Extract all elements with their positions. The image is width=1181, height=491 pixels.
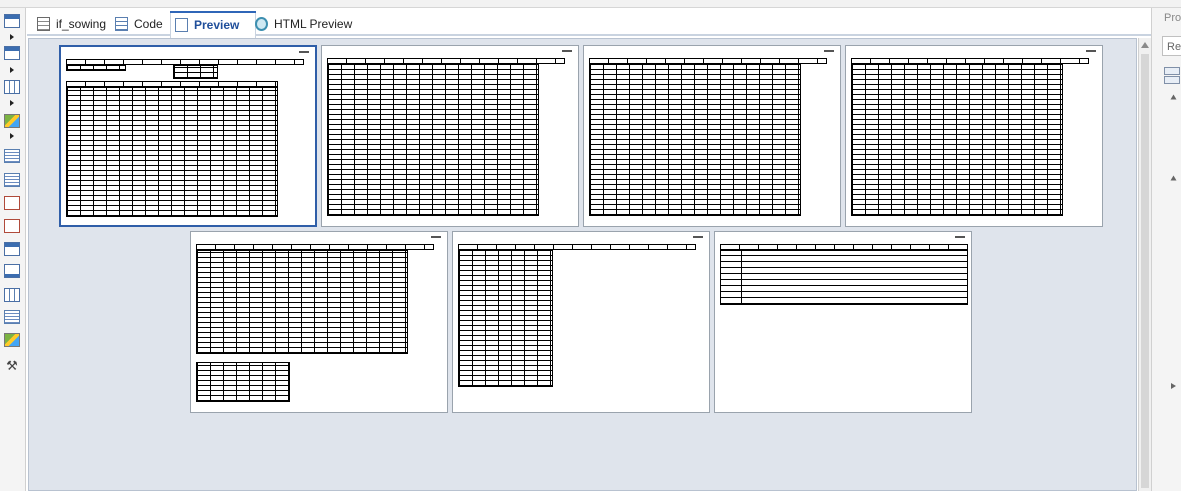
top-strip	[0, 0, 1181, 8]
tab-html-preview[interactable]: HTML Preview	[255, 13, 352, 35]
group-icon[interactable]	[4, 80, 20, 94]
preview-icon	[175, 18, 188, 32]
page-thumbnail-3[interactable]	[583, 45, 841, 227]
tools-icon[interactable]: ⚒	[4, 359, 20, 373]
alphabetical-view-icon[interactable]	[1164, 76, 1180, 84]
header-band-icon[interactable]	[4, 14, 20, 28]
tab-label: Code	[134, 17, 163, 31]
scroll-up-icon[interactable]	[1141, 42, 1149, 48]
properties-search-input[interactable]: Re	[1162, 36, 1181, 56]
component-palette: ⚒	[0, 8, 26, 491]
page-number	[824, 50, 834, 52]
expand-arrow-icon[interactable]	[10, 67, 14, 73]
categorized-view-icon[interactable]	[1164, 67, 1180, 75]
document-icon[interactable]	[4, 173, 20, 187]
tab-if-sowing[interactable]: if_sowing	[37, 13, 106, 35]
data-table	[196, 250, 408, 354]
properties-title: Prop	[1164, 12, 1181, 24]
expand-arrow-icon[interactable]	[10, 133, 14, 139]
page-thumbnail-7[interactable]	[714, 231, 972, 413]
summary-table	[173, 65, 218, 79]
tab-label: HTML Preview	[274, 17, 353, 31]
page-header-icon[interactable]	[4, 242, 20, 256]
textfield-icon[interactable]	[4, 219, 20, 233]
data-table	[327, 64, 539, 216]
data-table	[589, 64, 801, 216]
textfield-icon[interactable]	[4, 196, 20, 210]
image-icon[interactable]	[4, 114, 20, 128]
page-thumbnail-5[interactable]	[190, 231, 448, 413]
page-number	[562, 50, 572, 52]
tab-label: Preview	[194, 18, 240, 32]
data-table	[458, 250, 553, 387]
expand-arrow-icon[interactable]	[10, 34, 14, 40]
image-icon[interactable]	[4, 333, 20, 347]
page-number	[955, 236, 965, 238]
page-thumbnail-4[interactable]	[845, 45, 1103, 227]
collapse-arrow-icon[interactable]	[1170, 175, 1177, 181]
table-icon[interactable]	[4, 288, 20, 302]
expand-arrow-icon[interactable]	[10, 100, 14, 106]
document-icon[interactable]	[4, 149, 20, 163]
html-preview-icon	[255, 17, 268, 31]
properties-panel: Prop Re	[1151, 8, 1181, 491]
code-icon	[115, 17, 128, 31]
scrollbar-thumb[interactable]	[1141, 54, 1149, 488]
tab-preview[interactable]: Preview	[170, 11, 256, 40]
header-band-icon[interactable]	[4, 46, 20, 60]
text-icon[interactable]	[4, 310, 20, 324]
page-number	[299, 51, 309, 53]
page-number	[431, 236, 441, 238]
page-thumbnail-6[interactable]	[452, 231, 710, 413]
summary-table	[66, 65, 126, 71]
vertical-scrollbar[interactable]	[1138, 38, 1151, 491]
page-thumbnail-1[interactable]	[59, 45, 317, 227]
expand-arrow-icon[interactable]	[1171, 383, 1176, 389]
page-footer-icon[interactable]	[4, 264, 20, 278]
totals-table	[196, 362, 290, 402]
page-number	[693, 236, 703, 238]
data-table	[720, 250, 968, 305]
page-thumbnail-2[interactable]	[321, 45, 579, 227]
tab-code[interactable]: Code	[115, 13, 163, 35]
data-table	[851, 64, 1063, 216]
preview-canvas[interactable]	[28, 38, 1137, 491]
collapse-arrow-icon[interactable]	[1170, 94, 1177, 100]
editor-tab-bar: if_sowing Code Preview HTML Preview	[27, 8, 1151, 40]
tab-label: if_sowing	[56, 17, 107, 31]
document-icon	[37, 17, 50, 31]
page-number	[1086, 50, 1096, 52]
data-table	[66, 87, 278, 217]
